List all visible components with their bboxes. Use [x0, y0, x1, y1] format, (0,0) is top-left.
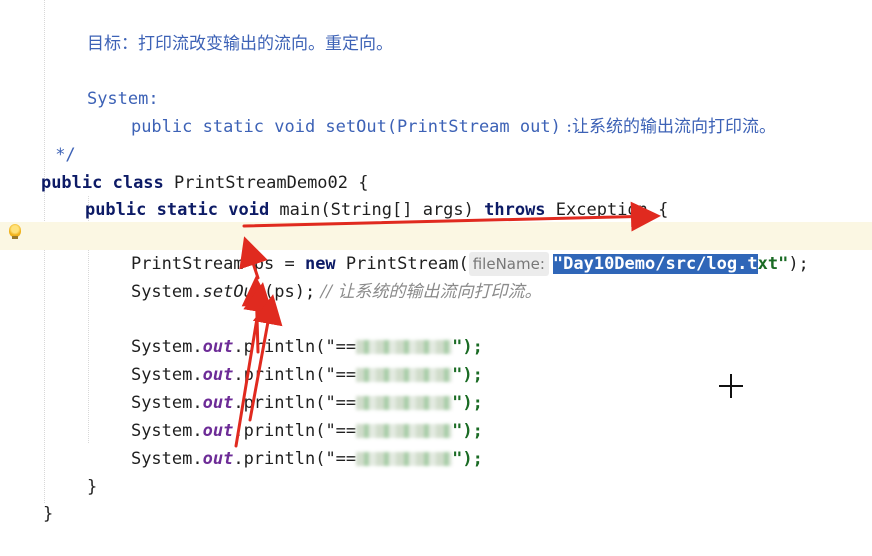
keyword-public-static-void: public static void [84, 200, 270, 220]
code-line[interactable]: */ [0, 113, 872, 165]
code-line[interactable]: } [0, 472, 872, 524]
code-line[interactable]: System.out.println("== "); [0, 305, 872, 357]
code-line[interactable]: System: [0, 57, 872, 109]
setout-comment: // 让系统的输出流向打印流。 [315, 282, 542, 302]
system-class: System. [130, 282, 203, 302]
setout-method: setOut [202, 282, 265, 302]
code-line[interactable]: 目标：打印流改变输出的流向。重定向。 [0, 2, 872, 54]
code-line[interactable]: public static void setOut(PrintStream ou… [0, 85, 872, 137]
code-line[interactable]: public class PrintStreamDemo02 { [0, 141, 872, 193]
code-line[interactable]: public static void main(String[] args) t… [0, 168, 872, 220]
lightbulb-icon[interactable] [9, 224, 21, 239]
keyword-throws: throws [484, 200, 546, 220]
comment-goal: 目标：打印流改变输出的流向。重定向。 [86, 34, 393, 54]
code-line-current[interactable]: PrintStream ps = new PrintStream(fileNam… [0, 222, 872, 276]
code-line[interactable]: System.out.println("== "); [0, 417, 872, 469]
closing-brace: } [42, 504, 54, 524]
code-line[interactable]: System.out.println("== "); [0, 333, 872, 385]
main-signature: main(String[] args) [269, 200, 485, 220]
code-editor[interactable]: 目标：打印流改变输出的流向。重定向。 System: public static… [0, 0, 872, 524]
code-line[interactable]: } [0, 445, 872, 497]
exception-type: Exception { [545, 200, 669, 220]
code-line[interactable]: System.setOut(ps); // 让系统的输出流向打印流。 [0, 250, 872, 302]
setout-args: (ps); [264, 282, 316, 302]
crosshair-cursor-icon [719, 374, 743, 398]
